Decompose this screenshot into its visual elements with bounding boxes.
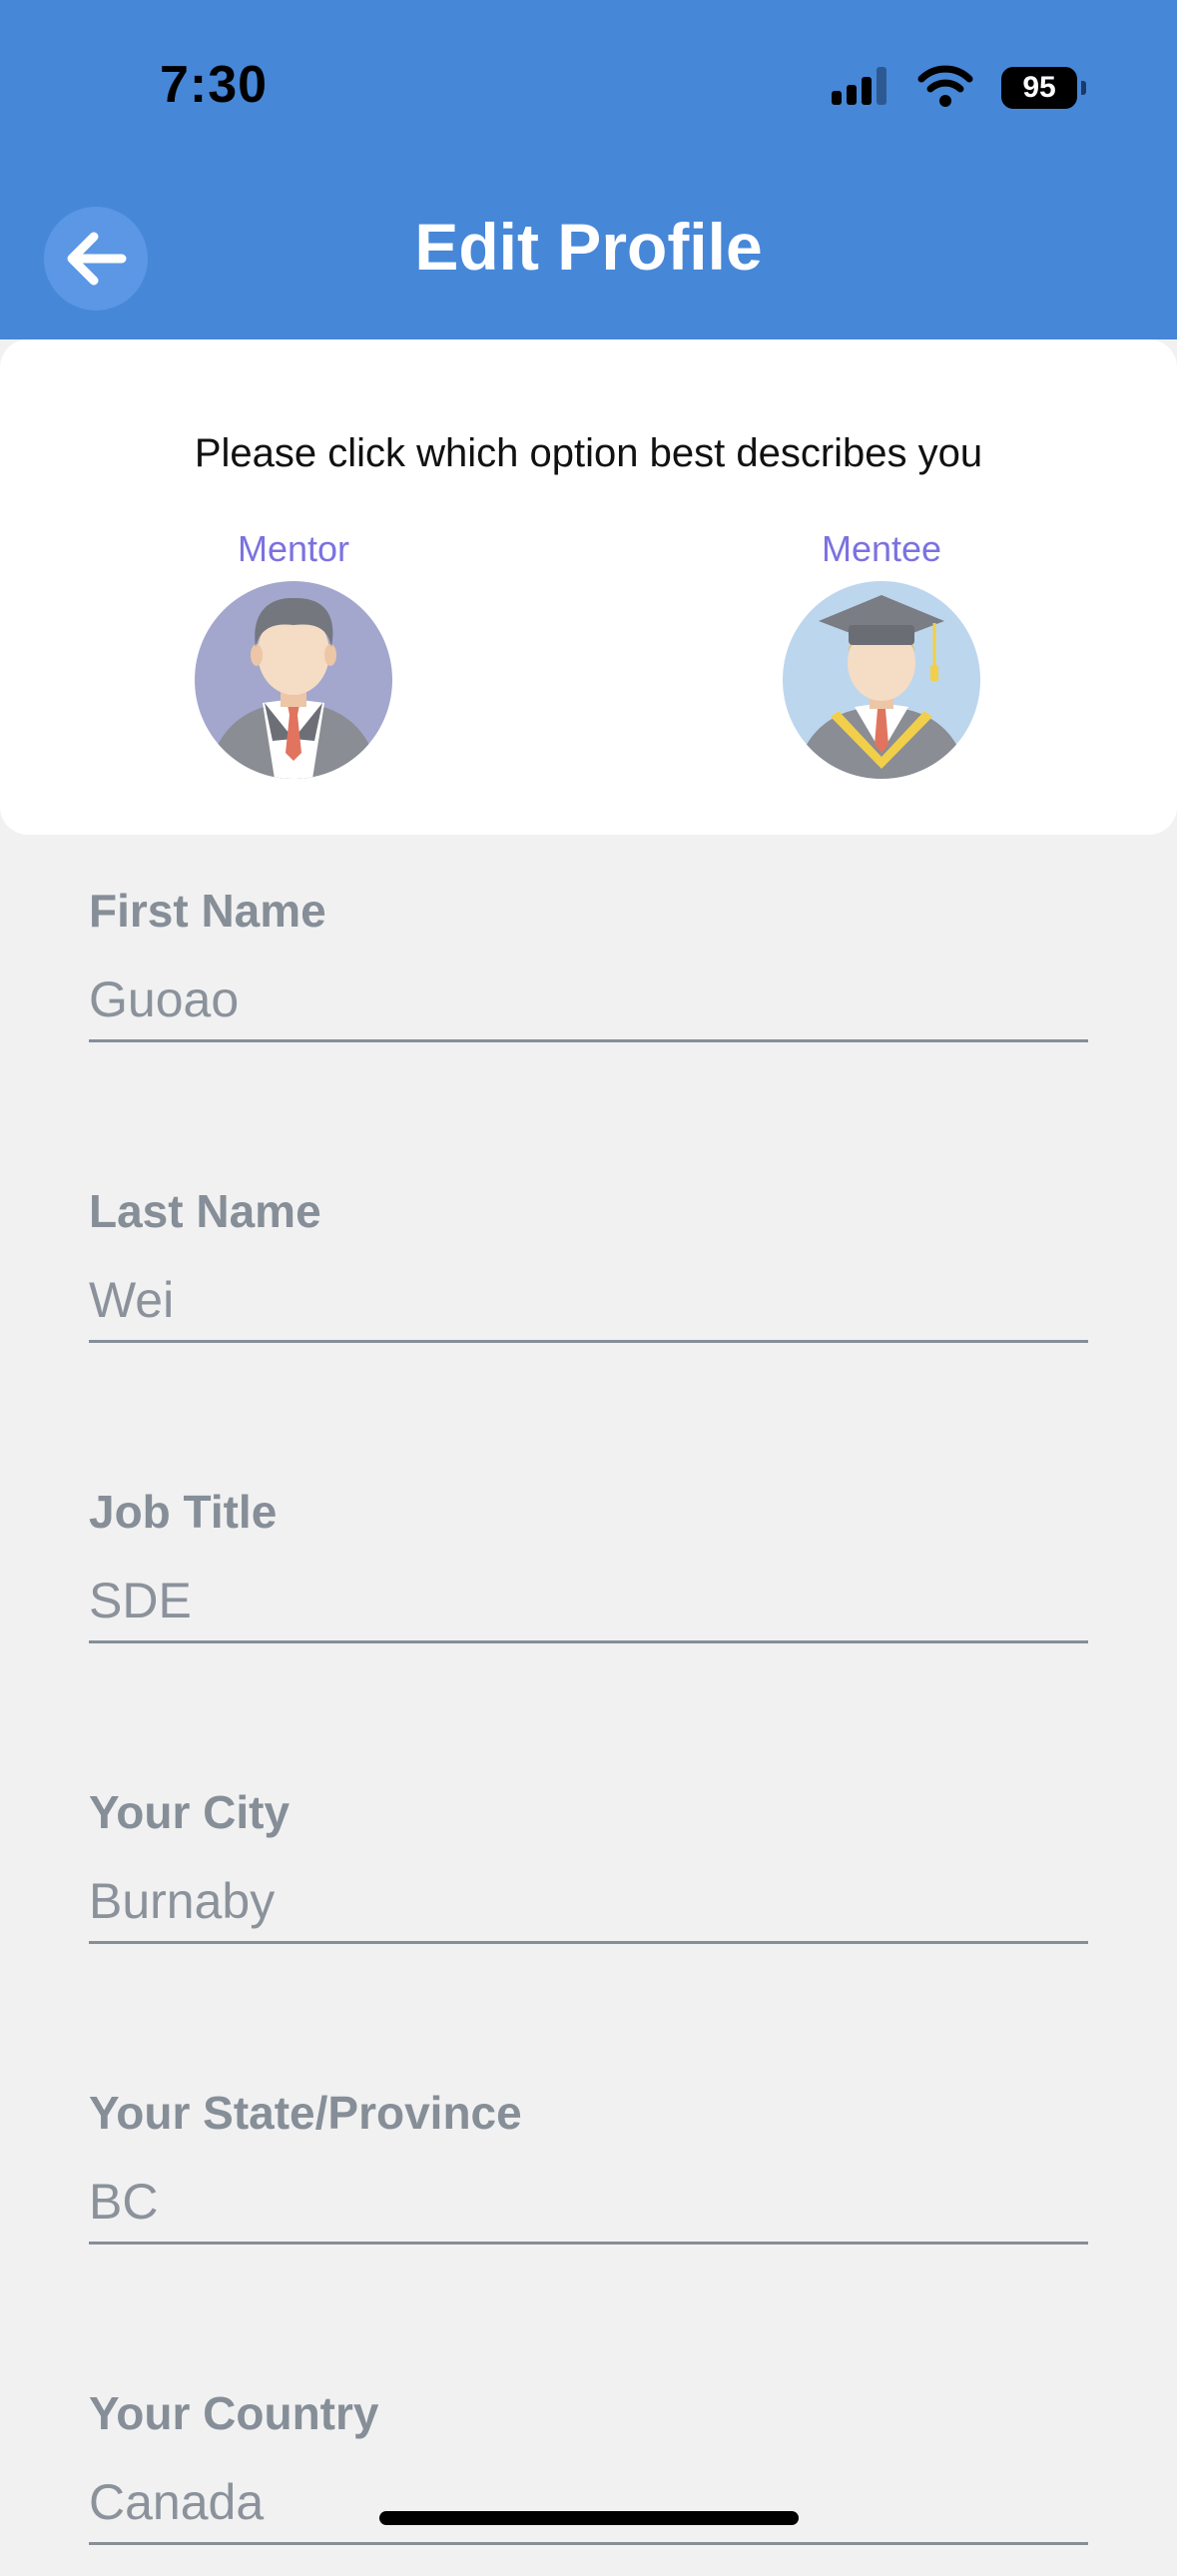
status-icons: 95 <box>830 62 1086 114</box>
home-indicator[interactable] <box>379 2511 799 2525</box>
state-province-label: Your State/Province <box>89 2087 522 2139</box>
app-header: 7:30 95 Edit Profile <box>0 0 1177 339</box>
state-province-field: Your State/Province <box>89 2086 1088 2275</box>
mentor-option[interactable]: Mentor <box>194 529 393 779</box>
state-province-input[interactable] <box>89 2162 1088 2245</box>
mentee-graduate-avatar-icon <box>783 581 980 779</box>
city-label: Your City <box>89 1786 291 1838</box>
role-selector-card: Please click which option best describes… <box>0 339 1177 835</box>
job-title-input[interactable] <box>89 1561 1088 1643</box>
signal-icon <box>830 65 889 112</box>
last-name-field: Last Name <box>89 1184 1088 1374</box>
first-name-field: First Name <box>89 884 1088 1073</box>
battery-icon: 95 <box>1001 67 1086 109</box>
status-time: 7:30 <box>160 56 269 114</box>
role-prompt: Please click which option best describes… <box>194 431 983 475</box>
job-title-field: Job Title <box>89 1485 1088 1674</box>
wifi-icon <box>917 65 973 112</box>
job-title-label: Job Title <box>89 1486 278 1538</box>
page-title: Edit Profile <box>414 210 763 284</box>
first-name-input[interactable] <box>89 960 1088 1042</box>
mentor-label: Mentor <box>237 528 350 569</box>
mentee-option[interactable]: Mentee <box>782 529 981 779</box>
arrow-left-icon <box>67 232 127 286</box>
country-input[interactable] <box>89 2462 1088 2545</box>
back-button[interactable] <box>44 207 148 311</box>
mentee-label: Mentee <box>821 528 942 569</box>
last-name-input[interactable] <box>89 1260 1088 1343</box>
mentor-avatar-icon <box>195 581 392 779</box>
first-name-label: First Name <box>89 885 326 937</box>
last-name-label: Last Name <box>89 1185 321 1237</box>
city-field: Your City <box>89 1785 1088 1975</box>
country-field: Your Country <box>89 2386 1088 2576</box>
city-input[interactable] <box>89 1861 1088 1944</box>
country-label: Your Country <box>89 2387 379 2439</box>
